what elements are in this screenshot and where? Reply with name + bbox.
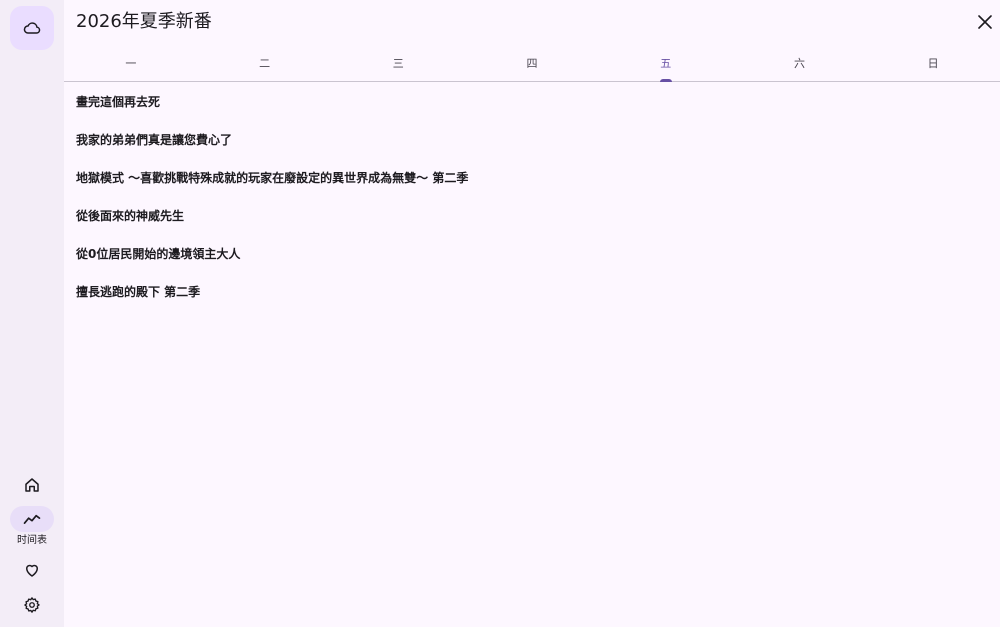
list-item[interactable]: 畫完這個再去死 bbox=[76, 93, 976, 131]
tab-wednesday[interactable]: 三 bbox=[331, 48, 465, 81]
tab-sunday[interactable]: 日 bbox=[866, 48, 1000, 81]
list-item[interactable]: 我家的弟弟們真是讓您費心了 bbox=[76, 131, 976, 169]
rail-item-favorites-indicator bbox=[10, 557, 54, 583]
rail-item-home-indicator bbox=[10, 472, 54, 498]
rail-item-settings[interactable] bbox=[0, 592, 64, 618]
cloud-icon bbox=[22, 18, 42, 38]
rail-item-favorites[interactable] bbox=[0, 557, 64, 583]
gear-icon bbox=[23, 596, 41, 614]
navigation-rail: 时间表 bbox=[0, 0, 64, 627]
list-item[interactable]: 從後面來的神威先生 bbox=[76, 207, 976, 245]
rail-item-timetable-indicator bbox=[10, 506, 54, 532]
close-icon bbox=[978, 15, 992, 29]
rail-item-settings-indicator bbox=[10, 592, 54, 618]
list-item[interactable]: 地獄模式 ～喜歡挑戰特殊成就的玩家在廢設定的異世界成為無雙～ 第二季 bbox=[76, 169, 976, 207]
tab-saturday[interactable]: 六 bbox=[733, 48, 867, 81]
home-icon bbox=[23, 476, 41, 494]
page-title: 2026年夏季新番 bbox=[76, 11, 212, 32]
rail-item-home[interactable] bbox=[0, 472, 64, 498]
anime-list: 畫完這個再去死 我家的弟弟們真是讓您費心了 地獄模式 ～喜歡挑戰特殊成就的玩家在… bbox=[76, 93, 976, 321]
rail-item-timetable[interactable]: 时间表 bbox=[0, 506, 64, 547]
tab-tuesday[interactable]: 二 bbox=[198, 48, 332, 81]
heart-icon bbox=[23, 561, 41, 579]
tab-monday[interactable]: 一 bbox=[64, 48, 198, 81]
tab-thursday[interactable]: 四 bbox=[465, 48, 599, 81]
list-item[interactable]: 從0位居民開始的邊境領主大人 bbox=[76, 245, 976, 283]
cloud-button[interactable] bbox=[10, 6, 54, 50]
main-panel: 2026年夏季新番 一 二 三 四 五 六 日 畫完這個再去死 我家的弟弟們真是… bbox=[64, 0, 1000, 627]
list-item[interactable]: 擅長逃跑的殿下 第二季 bbox=[76, 283, 976, 321]
close-button[interactable] bbox=[973, 10, 997, 34]
app-window: 时间表 2026年夏季新番 一 二 三 四 五 六 日 畫完這個再去死 我家的弟… bbox=[0, 0, 1000, 627]
weekday-tabs: 一 二 三 四 五 六 日 bbox=[64, 48, 1000, 82]
tab-friday[interactable]: 五 bbox=[599, 48, 733, 82]
timeline-icon bbox=[22, 509, 42, 529]
rail-item-timetable-label: 时间表 bbox=[17, 535, 47, 546]
